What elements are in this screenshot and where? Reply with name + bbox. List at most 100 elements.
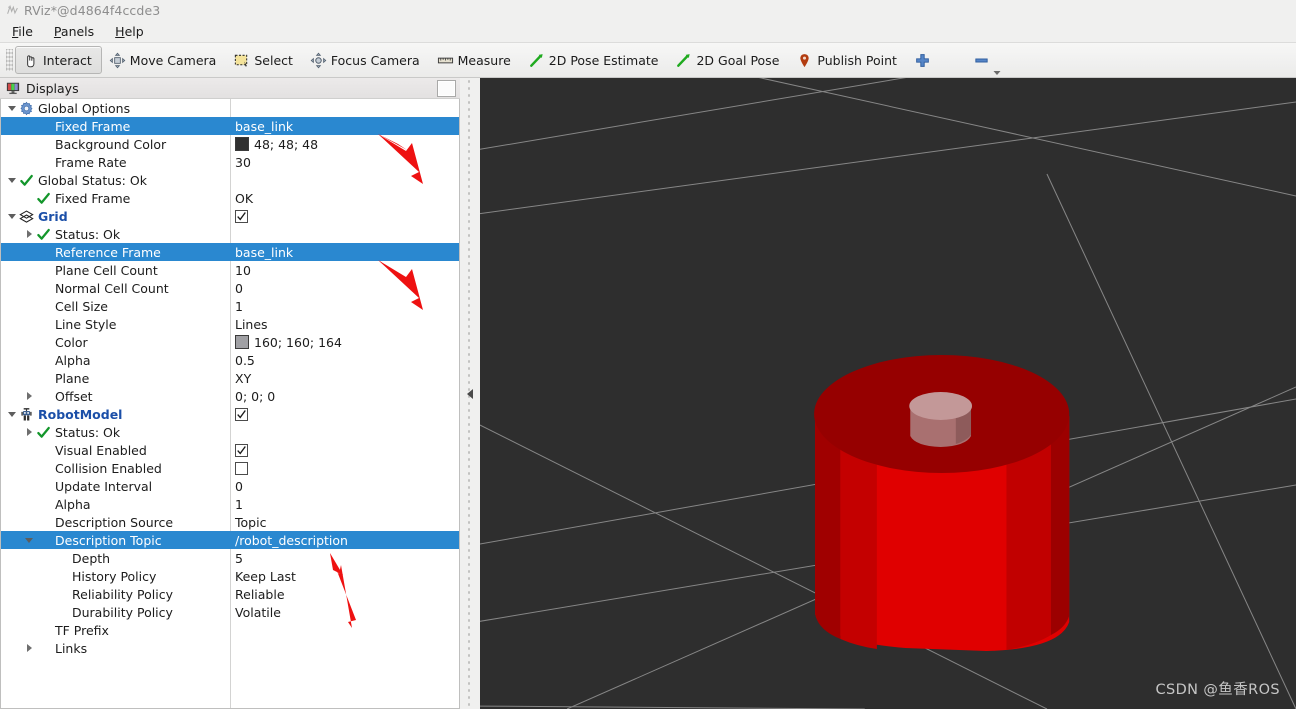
tool-move-camera[interactable]: Move Camera [102,46,227,74]
tree-row-label: Offset [55,388,93,404]
checkbox-checked[interactable] [235,209,248,223]
tree-row-value[interactable]: base_link [230,245,459,260]
tool-2d-goal-pose[interactable]: 2D Goal Pose [668,46,789,74]
tree-row[interactable]: Offset 0; 0; 0 [1,387,459,405]
tree-row[interactable]: Reliability Policy Reliable [1,585,459,603]
tool-measure[interactable]: Measure [430,46,521,74]
displays-tree-rows: Global Options Fixed Frame base_link Backgr… [1,99,459,708]
tree-row-value[interactable]: 160; 160; 164 [230,335,459,350]
tree-row-value[interactable] [230,461,459,475]
tree-row-value[interactable]: XY [230,371,459,386]
tree-row[interactable]: Links [1,639,459,657]
tree-row[interactable]: Line Style Lines [1,315,459,333]
tree-row[interactable]: Durability Policy Volatile [1,603,459,621]
tree-expander-down-icon[interactable] [7,211,18,222]
displays-tree[interactable]: Global Options Fixed Frame base_link Backgr… [0,99,460,709]
tree-row[interactable]: Global Status: Ok [1,171,459,189]
tree-row-value[interactable] [230,407,459,421]
tree-row[interactable]: Color 160; 160; 164 [1,333,459,351]
tree-row[interactable]: Plane XY [1,369,459,387]
tree-expander-down-icon[interactable] [24,535,35,546]
tree-row[interactable]: Alpha 1 [1,495,459,513]
displays-panel-float-button[interactable] [437,79,456,97]
robot-model-cylinder [814,355,1070,651]
title-bar: RViz*@d4864f4ccde3 [0,0,1296,20]
toolbar-grip[interactable] [6,49,13,71]
tree-row[interactable]: Status: Ok [1,423,459,441]
tree-row-value[interactable]: 0.5 [230,353,459,368]
tree-row[interactable]: Visual Enabled [1,441,459,459]
tree-row-value[interactable]: Reliable [230,587,459,602]
panel-splitter[interactable] [460,78,480,709]
tree-row-value[interactable] [230,443,459,457]
tree-row[interactable]: Depth 5 [1,549,459,567]
checkbox-unchecked[interactable] [235,461,248,475]
tree-expander-right-icon[interactable] [24,643,35,654]
tree-row[interactable]: Fixed Frame base_link [1,117,459,135]
remove-tool-button[interactable] [966,46,1001,75]
tree-row[interactable]: Reference Frame base_link [1,243,459,261]
tree-row[interactable]: Status: Ok [1,225,459,243]
tree-row-value[interactable]: base_link [230,119,459,134]
tree-row[interactable]: Frame Rate 30 [1,153,459,171]
tree-expander-spacer [41,553,52,564]
tree-expander-right-icon[interactable] [24,427,35,438]
tree-expander-right-icon[interactable] [24,391,35,402]
tool-select[interactable]: Select [226,46,303,74]
tree-row[interactable]: Grid [1,207,459,225]
menu-file[interactable]: File [10,23,35,40]
tree-row[interactable]: Update Interval 0 [1,477,459,495]
tree-row[interactable]: RobotModel [1,405,459,423]
tree-row-value[interactable]: /robot_description [230,533,459,548]
tree-row-value[interactable]: 0; 0; 0 [230,389,459,404]
tree-row-value[interactable]: Lines [230,317,459,332]
collapse-panel-arrow-icon[interactable] [467,388,473,399]
render-viewport[interactable]: CSDN @鱼香ROS [480,78,1296,709]
tree-row[interactable]: Cell Size 1 [1,297,459,315]
tree-row-label: Global Options [38,100,131,116]
tree-row[interactable]: History Policy Keep Last [1,567,459,585]
tree-row-value[interactable]: 0 [230,281,459,296]
tool-publish-point[interactable]: Publish Point [789,46,907,74]
checkbox-checked[interactable] [235,407,248,421]
color-swatch[interactable] [235,335,249,349]
tree-row[interactable]: Fixed Frame OK [1,189,459,207]
tree-row-value[interactable]: Volatile [230,605,459,620]
tree-row-value[interactable]: 0 [230,479,459,494]
add-tool-button[interactable] [907,46,938,74]
tree-row[interactable]: Description Source Topic [1,513,459,531]
checkbox-checked[interactable] [235,443,248,457]
tree-expander-down-icon[interactable] [7,175,18,186]
tree-row-value[interactable]: 1 [230,299,459,314]
tree-row-value[interactable]: 5 [230,551,459,566]
tree-expander-right-icon[interactable] [24,229,35,240]
tree-row-label: Alpha [55,496,91,512]
tree-row-value[interactable]: Topic [230,515,459,530]
tree-row[interactable]: Normal Cell Count 0 [1,279,459,297]
tree-row[interactable]: TF Prefix [1,621,459,639]
tree-row-label: Normal Cell Count [55,280,169,296]
menu-panels[interactable]: Panels [52,23,96,40]
tree-row[interactable]: Alpha 0.5 [1,351,459,369]
tool-2d-pose-estimate[interactable]: 2D Pose Estimate [521,46,669,74]
tree-row[interactable]: Collision Enabled [1,459,459,477]
tree-row[interactable]: Description Topic/robot_description [1,531,459,549]
tree-row-value[interactable]: 1 [230,497,459,512]
menu-help[interactable]: Help [113,23,146,40]
tool-interact[interactable]: Interact [15,46,102,74]
tool-focus-camera[interactable]: Focus Camera [303,46,430,74]
tree-row-value[interactable]: 10 [230,263,459,278]
chevron-down-icon[interactable] [992,69,1002,77]
tree-row-value[interactable]: OK [230,191,459,206]
tree-row[interactable]: Plane Cell Count 10 [1,261,459,279]
color-swatch[interactable] [235,137,249,151]
tree-expander-down-icon[interactable] [7,103,18,114]
tree-expander-down-icon[interactable] [7,409,18,420]
tree-row-value[interactable]: 30 [230,155,459,170]
tree-row-value[interactable] [230,209,459,223]
tree-row-value[interactable]: 48; 48; 48 [230,137,459,152]
tree-row[interactable]: Global Options [1,99,459,117]
tree-row[interactable]: Background Color 48; 48; 48 [1,135,459,153]
tree-row-value[interactable]: Keep Last [230,569,459,584]
tree-row-label: Depth [72,550,111,566]
